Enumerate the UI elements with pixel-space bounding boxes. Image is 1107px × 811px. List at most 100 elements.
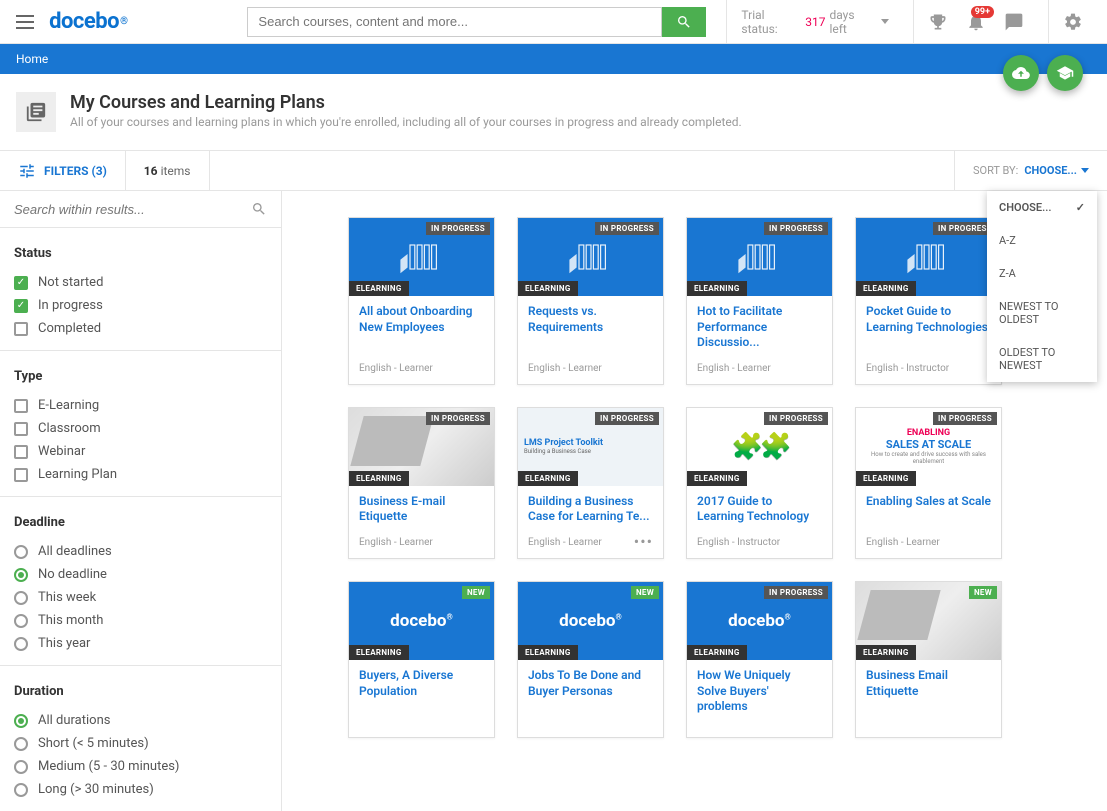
sort-menu: CHOOSE...✓A-ZZ-ANEWEST TO OLDESTOLDEST T… xyxy=(987,191,1097,382)
course-card[interactable]: IN PROGRESSELEARNINGHot to Facilitate Pe… xyxy=(686,217,833,385)
filter-item[interactable]: Completed xyxy=(14,317,267,340)
filter-icon xyxy=(18,162,36,180)
radio-icon xyxy=(14,614,28,628)
filter-item[interactable]: E-Learning xyxy=(14,394,267,417)
radio-icon xyxy=(14,545,28,559)
course-card[interactable]: IN PROGRESSELEARNINGPocket Guide to Lear… xyxy=(855,217,1002,385)
notifications-icon[interactable]: 99+ xyxy=(966,12,986,32)
sort-option[interactable]: NEWEST TO OLDEST xyxy=(987,290,1097,336)
sort-label: SORT BY: xyxy=(973,164,1018,177)
course-card[interactable]: 🧩🧩IN PROGRESSELEARNING2017 Guide to Lear… xyxy=(686,407,833,559)
breadcrumb-home[interactable]: Home xyxy=(16,52,48,66)
filter-item[interactable]: All deadlines xyxy=(14,540,267,563)
trial-status[interactable]: Trial status: 317 days left xyxy=(726,0,903,44)
card-footer: English - Learner xyxy=(518,357,663,384)
sort-option[interactable]: CHOOSE...✓ xyxy=(987,191,1097,224)
type-badge: ELEARNING xyxy=(518,645,578,660)
status-badge: IN PROGRESS xyxy=(764,412,828,425)
status-badge: NEW xyxy=(631,586,659,599)
checkbox-icon xyxy=(14,445,28,459)
fab-upload[interactable] xyxy=(1003,55,1039,91)
card-footer: English - Instructor xyxy=(856,357,1001,384)
card-meta: English - Learner xyxy=(866,537,940,548)
card-title: Pocket Guide to Learning Technologies xyxy=(866,304,991,335)
fab-learn[interactable] xyxy=(1047,55,1083,91)
card-thumbnail: ENABLINGSALES AT SCALEHow to create and … xyxy=(856,408,1001,486)
card-title: 2017 Guide to Learning Technology xyxy=(697,494,822,525)
status-badge: NEW xyxy=(462,586,490,599)
card-title: How We Uniquely Solve Buyers' problems xyxy=(697,668,822,715)
course-card[interactable]: IN PROGRESSELEARNING Business E-mail Etiq… xyxy=(348,407,495,559)
card-thumbnail: IN PROGRESSELEARNING xyxy=(518,218,663,296)
card-meta: English - Learner xyxy=(359,537,433,548)
filter-item[interactable]: This week xyxy=(14,586,267,609)
course-card[interactable]: NEWELEARNING Business Email Ettiquette xyxy=(855,581,1002,738)
search-button[interactable] xyxy=(662,7,706,37)
sort-option[interactable]: Z-A xyxy=(987,257,1097,290)
card-meta: English - Learner xyxy=(528,363,602,374)
course-card[interactable]: IN PROGRESSELEARNING Requests vs. Require… xyxy=(517,217,664,385)
type-badge: ELEARNING xyxy=(687,471,747,486)
filter-item[interactable]: This month xyxy=(14,609,267,632)
page-title: My Courses and Learning Plans xyxy=(70,92,742,113)
course-card[interactable]: IN PROGRESSELEARNINGAll about Onboarding… xyxy=(348,217,495,385)
course-card[interactable]: docebo®IN PROGRESSELEARNINGHow We Unique… xyxy=(686,581,833,738)
filter-item[interactable]: Long (> 30 minutes) xyxy=(14,778,267,801)
sidebar-search xyxy=(0,191,281,228)
card-thumbnail: NEWELEARNING xyxy=(856,582,1001,660)
sort-dropdown[interactable]: CHOOSE... xyxy=(1024,164,1089,177)
status-badge: IN PROGRESS xyxy=(595,412,659,425)
filter-item[interactable]: Short (< 5 minutes) xyxy=(14,732,267,755)
course-card[interactable]: ENABLINGSALES AT SCALEHow to create and … xyxy=(855,407,1002,559)
course-card[interactable]: docebo®NEWELEARNINGJobs To Be Done and B… xyxy=(517,581,664,738)
chevron-down-icon xyxy=(881,19,889,24)
filter-item[interactable]: This year xyxy=(14,632,267,655)
card-footer: English - Learner••• xyxy=(518,531,663,558)
card-footer xyxy=(349,721,494,737)
card-title: Requests vs. Requirements xyxy=(528,304,653,335)
filter-item[interactable]: Learning Plan xyxy=(14,463,267,486)
card-title: Buyers, A Diverse Population xyxy=(359,668,484,699)
page-header: My Courses and Learning Plans All of you… xyxy=(0,74,1107,151)
radio-icon xyxy=(14,591,28,605)
card-footer: English - Learner xyxy=(687,357,832,384)
trophy-icon[interactable] xyxy=(928,12,948,32)
checkbox-icon xyxy=(14,468,28,482)
menu-icon[interactable] xyxy=(10,7,39,37)
search-input[interactable] xyxy=(247,7,662,37)
type-badge: ELEARNING xyxy=(856,471,916,486)
filter-item[interactable]: Not started xyxy=(14,271,267,294)
type-badge: ELEARNING xyxy=(687,645,747,660)
status-badge: IN PROGRESS xyxy=(764,586,828,599)
page-icon xyxy=(16,92,56,132)
filters-button[interactable]: FILTERS (3) xyxy=(18,162,107,180)
sort-option[interactable]: A-Z xyxy=(987,224,1097,257)
filter-deadline: Deadline All deadlinesNo deadlineThis we… xyxy=(0,497,281,666)
status-badge: IN PROGRESS xyxy=(595,222,659,235)
filter-item[interactable]: All durations xyxy=(14,709,267,732)
filter-item[interactable]: Webinar xyxy=(14,440,267,463)
chat-icon[interactable] xyxy=(1004,12,1024,32)
card-title: Business E-mail Etiquette xyxy=(359,494,484,525)
sort-control: SORT BY: CHOOSE... CHOOSE...✓A-ZZ-ANEWES… xyxy=(954,151,1107,191)
radio-icon xyxy=(14,637,28,651)
card-footer: English - Learner xyxy=(349,531,494,558)
card-thumbnail: IN PROGRESSELEARNING xyxy=(349,408,494,486)
sort-option[interactable]: OLDEST TO NEWEST xyxy=(987,336,1097,382)
settings-icon[interactable] xyxy=(1048,0,1097,44)
card-footer xyxy=(687,721,832,737)
card-thumbnail: docebo®NEWELEARNING xyxy=(349,582,494,660)
card-title: Business Email Ettiquette xyxy=(866,668,991,699)
card-title: Hot to Facilitate Performance Discussio.… xyxy=(697,304,822,351)
card-footer: English - Instructor xyxy=(687,531,832,558)
filter-item[interactable]: Classroom xyxy=(14,417,267,440)
filter-item[interactable]: No deadline xyxy=(14,563,267,586)
card-thumbnail: IN PROGRESSELEARNING xyxy=(349,218,494,296)
card-meta: English - Learner xyxy=(528,537,602,548)
course-card[interactable]: LMS Project ToolkitBuilding a Business C… xyxy=(517,407,664,559)
course-card[interactable]: docebo®NEWELEARNING Buyers, A Diverse Pop… xyxy=(348,581,495,738)
filter-item[interactable]: Medium (5 - 30 minutes) xyxy=(14,755,267,778)
logo[interactable]: docebo® xyxy=(49,9,127,34)
sidebar-search-input[interactable] xyxy=(14,202,251,217)
filter-item[interactable]: In progress xyxy=(14,294,267,317)
